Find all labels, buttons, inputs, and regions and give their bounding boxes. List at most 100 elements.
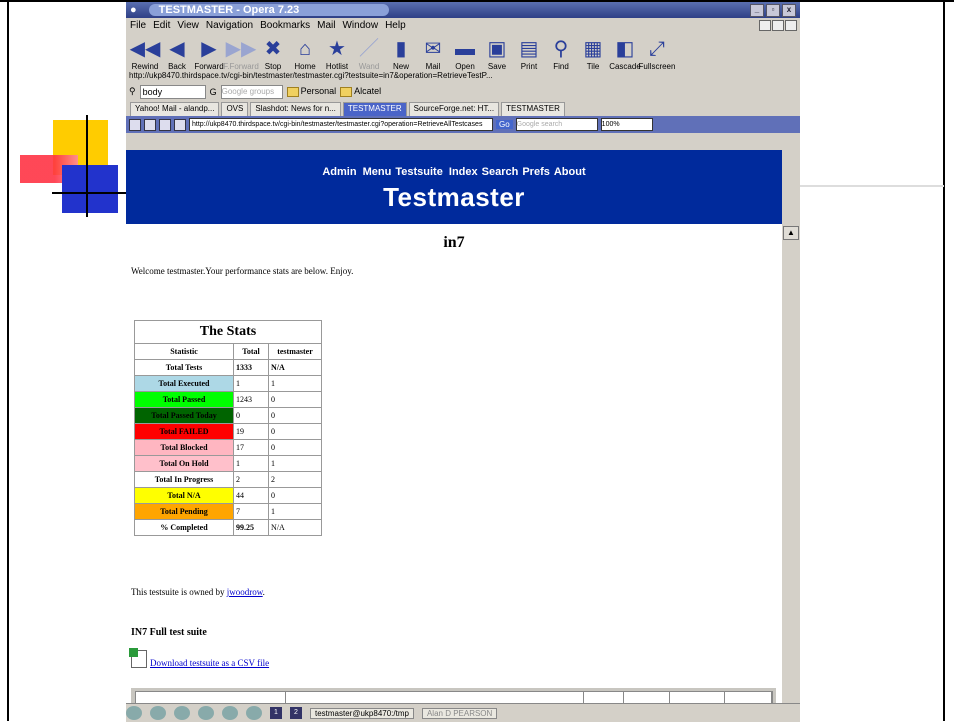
stats-total: 1	[233, 375, 269, 392]
toolbar-fullscreen-button[interactable]: ⤢ Fullscreen	[638, 38, 676, 71]
bookmark-alcatel[interactable]: Alcatel	[340, 86, 381, 97]
search-engine-icon[interactable]: ⚲	[129, 86, 136, 97]
home-small-icon[interactable]	[129, 118, 141, 131]
window-menu-icon[interactable]: ●	[130, 4, 137, 16]
menu-bookmarks[interactable]: Bookmarks	[260, 20, 310, 31]
star-icon[interactable]	[246, 706, 262, 720]
close-button[interactable]: x	[782, 3, 796, 17]
bookmark-personal[interactable]: Personal	[286, 86, 336, 97]
menu-window[interactable]: Window	[342, 20, 378, 31]
vertical-scrollbar[interactable]: ▲	[782, 224, 800, 721]
site-nav-prefs[interactable]: Prefs	[522, 166, 550, 178]
toolbar-wand-button[interactable]: ／ Wand	[353, 38, 385, 71]
stats-label: Total On Hold	[134, 455, 234, 472]
site-nav-admin-menu[interactable]: Admin Menu	[322, 166, 391, 178]
toolbar-back-button[interactable]: ◀ Back	[161, 38, 193, 71]
globe-icon[interactable]	[150, 706, 166, 720]
browser-tab[interactable]: TESTMASTER	[342, 102, 407, 116]
stats-testmaster: 2	[268, 471, 322, 488]
toolbar-open-button[interactable]: ▬ Open	[449, 38, 481, 71]
google-icon[interactable]: G	[210, 87, 217, 97]
menu-view[interactable]: View	[177, 20, 199, 31]
stats-row: Total Passed 1243 0	[134, 391, 322, 408]
browser-tab[interactable]: Slashdot: News for n...	[250, 102, 341, 116]
task-other[interactable]: Alan D PEARSON	[421, 707, 498, 719]
stop-icon: ✖	[264, 38, 282, 60]
stats-header-total: Total	[233, 343, 269, 360]
browser-tab[interactable]: Yahoo! Mail - alandp...	[130, 102, 220, 116]
stats-total: 0	[233, 407, 269, 424]
open-folder-icon: ▬	[455, 38, 475, 60]
stats-label: Total N/A	[134, 487, 234, 504]
zoom-select[interactable]: 100%	[600, 118, 653, 131]
toolbar-new-button[interactable]: ▮ New	[385, 38, 417, 71]
go-button[interactable]: Go	[496, 120, 513, 129]
toolbar-stop-button[interactable]: ✖ Stop	[257, 38, 289, 71]
maximize-button[interactable]: ▫	[766, 3, 780, 17]
search-input[interactable]: body	[139, 84, 206, 99]
terminal-icon[interactable]	[174, 706, 190, 720]
menu-mail[interactable]: Mail	[317, 20, 335, 31]
toolbar-rewind-button[interactable]: ◀◀ Rewind	[129, 38, 161, 71]
frame-left-border	[7, 2, 9, 721]
toolbar-hotlist-button[interactable]: ★ Hotlist	[321, 38, 353, 71]
taskbar: 1 2 testmaster@ukp8470:/tmp Alan D PEARS…	[126, 703, 800, 722]
task-terminal[interactable]: testmaster@ukp8470:/tmp	[310, 707, 414, 719]
scroll-up-arrow-icon[interactable]: ▲	[783, 226, 799, 240]
google-search-input[interactable]: Google search	[515, 118, 598, 131]
stats-header-testmaster: testmaster	[268, 343, 322, 360]
stats-testmaster: N/A	[268, 359, 322, 376]
toolbar-home-button[interactable]: ⌂ Home	[289, 38, 321, 71]
kde-menu-icon[interactable]	[126, 706, 142, 720]
toolbar-save-button[interactable]: ▣ Save	[481, 38, 513, 71]
minimize-button[interactable]: _	[750, 3, 764, 17]
welcome-text: Welcome testmaster.Your performance stat…	[131, 266, 354, 276]
pager-desktop-2[interactable]: 2	[290, 707, 302, 719]
google-groups-input[interactable]: Google groups	[220, 84, 283, 99]
owner-link[interactable]: jwoodrow	[227, 587, 263, 597]
network-icon[interactable]	[222, 706, 238, 720]
toolbar-mail-button[interactable]: ✉ Mail	[417, 38, 449, 71]
pager-desktop-1[interactable]: 1	[270, 707, 282, 719]
address-bar: http://ukp8470.thirdspace.tv/cgi-bin/tes…	[126, 116, 800, 133]
menu-navigation[interactable]: Navigation	[206, 20, 253, 31]
toolbar-label: Save	[487, 62, 507, 71]
menu-file[interactable]: File	[130, 20, 146, 31]
toolbar-label: Tile	[586, 62, 600, 71]
mail-icon: ✉	[424, 38, 442, 60]
toolbar-label: Mail	[425, 62, 441, 71]
toolbar-cascade-button[interactable]: ◧ Cascade	[609, 38, 641, 71]
site-nav-testsuite-index[interactable]: Testsuite Index	[395, 166, 477, 178]
csv-file-icon[interactable]	[129, 648, 147, 668]
browser-tab[interactable]: OVS	[221, 102, 249, 116]
site-nav-search[interactable]: Search	[482, 166, 519, 178]
new-page-icon: ▮	[395, 38, 407, 60]
menu-edit[interactable]: Edit	[153, 20, 170, 31]
menu-help[interactable]: Help	[385, 20, 406, 31]
stats-row: Total In Progress 2 2	[134, 471, 322, 488]
doc-minimize-button[interactable]	[759, 20, 771, 31]
stats-caption: The Stats	[199, 324, 257, 339]
download-csv[interactable]: Download testsuite as a CSV file	[129, 648, 269, 668]
toolbar-tile-button[interactable]: ▦ Tile	[577, 38, 609, 71]
browser-tab[interactable]: SourceForge.net: HT...	[408, 102, 500, 116]
doc-restore-button[interactable]	[772, 20, 784, 31]
back-small-icon[interactable]	[174, 118, 186, 131]
browser-tab[interactable]: TESTMASTER	[501, 102, 565, 116]
stats-row: % Completed 99.25 N/A	[134, 519, 322, 536]
toolbar-forward-button[interactable]: ▶ Forward	[193, 38, 225, 71]
download-csv-link[interactable]: Download testsuite as a CSV file	[150, 658, 269, 668]
doc-close-button[interactable]	[785, 20, 797, 31]
lifebuoy-icon[interactable]	[198, 706, 214, 720]
site-nav-about[interactable]: About	[554, 166, 586, 178]
toolbar-print-button[interactable]: ▤ Print	[513, 38, 545, 71]
toolbar-fforward-button[interactable]: ▶▶ F.Forward	[223, 38, 259, 71]
stats-testmaster: 1	[268, 503, 322, 520]
url-input[interactable]: http://ukp8470.thirdspace.tv/cgi-bin/tes…	[189, 118, 493, 131]
mail-small-icon[interactable]	[144, 118, 156, 131]
toolbar-find-button[interactable]: ⚲ Find	[545, 38, 577, 71]
window-title: TESTMASTER - Opera 7.23	[148, 4, 390, 16]
toolbar-label: Fullscreen	[638, 62, 676, 71]
toolbar-label: Stop	[264, 62, 282, 71]
print-small-icon[interactable]	[159, 118, 171, 131]
